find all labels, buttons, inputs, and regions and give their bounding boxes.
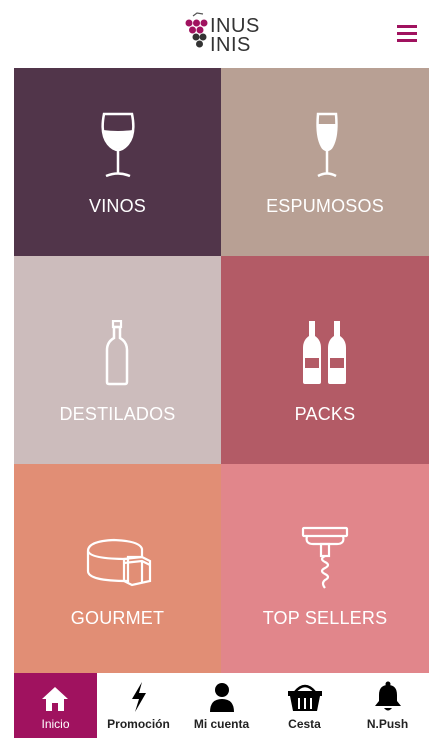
category-tile-gourmet[interactable]: GOURMET (14, 464, 221, 673)
category-label: DESTILADOS (59, 404, 176, 424)
category-label: ESPUMOSOS (266, 196, 384, 216)
brand-logo[interactable]: INUS INIS (184, 12, 264, 58)
tab-label: Cesta (288, 717, 321, 731)
spirit-bottle-icon (105, 320, 129, 386)
user-icon (210, 683, 234, 712)
category-tile-destilados[interactable]: DESTILADOS (14, 256, 221, 464)
category-label: VINOS (88, 196, 146, 216)
cheese-icon (86, 538, 152, 587)
lightning-bolt-icon (132, 682, 146, 712)
logo-text-line2: INIS (210, 34, 251, 56)
two-bottles-icon (303, 321, 346, 384)
champagne-flute-icon (316, 112, 338, 178)
category-label: TOP SELLERS (262, 608, 388, 628)
tab-mi-cuenta[interactable]: Mi cuenta (180, 673, 263, 738)
app-header: INUS INIS (0, 0, 443, 68)
bell-icon (375, 681, 401, 711)
category-label: PACKS (294, 404, 356, 424)
category-tile-vinos[interactable]: VINOS (14, 68, 221, 256)
category-label: GOURMET (70, 608, 165, 628)
category-tile-espumosos[interactable]: ESPUMOSOS (221, 68, 429, 256)
grapes-logo-icon (185, 12, 208, 48)
tab-cesta[interactable]: Cesta (263, 673, 346, 738)
tab-label: Promoción (107, 717, 170, 731)
corkscrew-icon (301, 526, 349, 589)
tab-label: N.Push (366, 717, 409, 731)
tab-inicio[interactable]: Inicio (14, 673, 97, 738)
tab-npush[interactable]: N.Push (346, 673, 429, 738)
logo-text-line1: INUS (210, 15, 260, 37)
hamburger-menu-icon[interactable] (397, 25, 417, 43)
category-tile-packs[interactable]: PACKS (221, 256, 429, 464)
tab-promocion[interactable]: Promoción (97, 673, 180, 738)
basket-icon (288, 684, 322, 711)
category-grid: VINOS ESPUMOSOS DESTILADOS PACKS GOURMET… (14, 68, 429, 673)
bottom-tab-bar: Inicio Promoción Mi cuenta Cesta N.Push (14, 673, 429, 738)
red-wine-glass-icon (101, 112, 135, 178)
tab-label: Inicio (41, 717, 70, 731)
category-tile-top-sellers[interactable]: TOP SELLERS (221, 464, 429, 673)
tab-label: Mi cuenta (193, 717, 250, 731)
home-icon (42, 687, 68, 711)
